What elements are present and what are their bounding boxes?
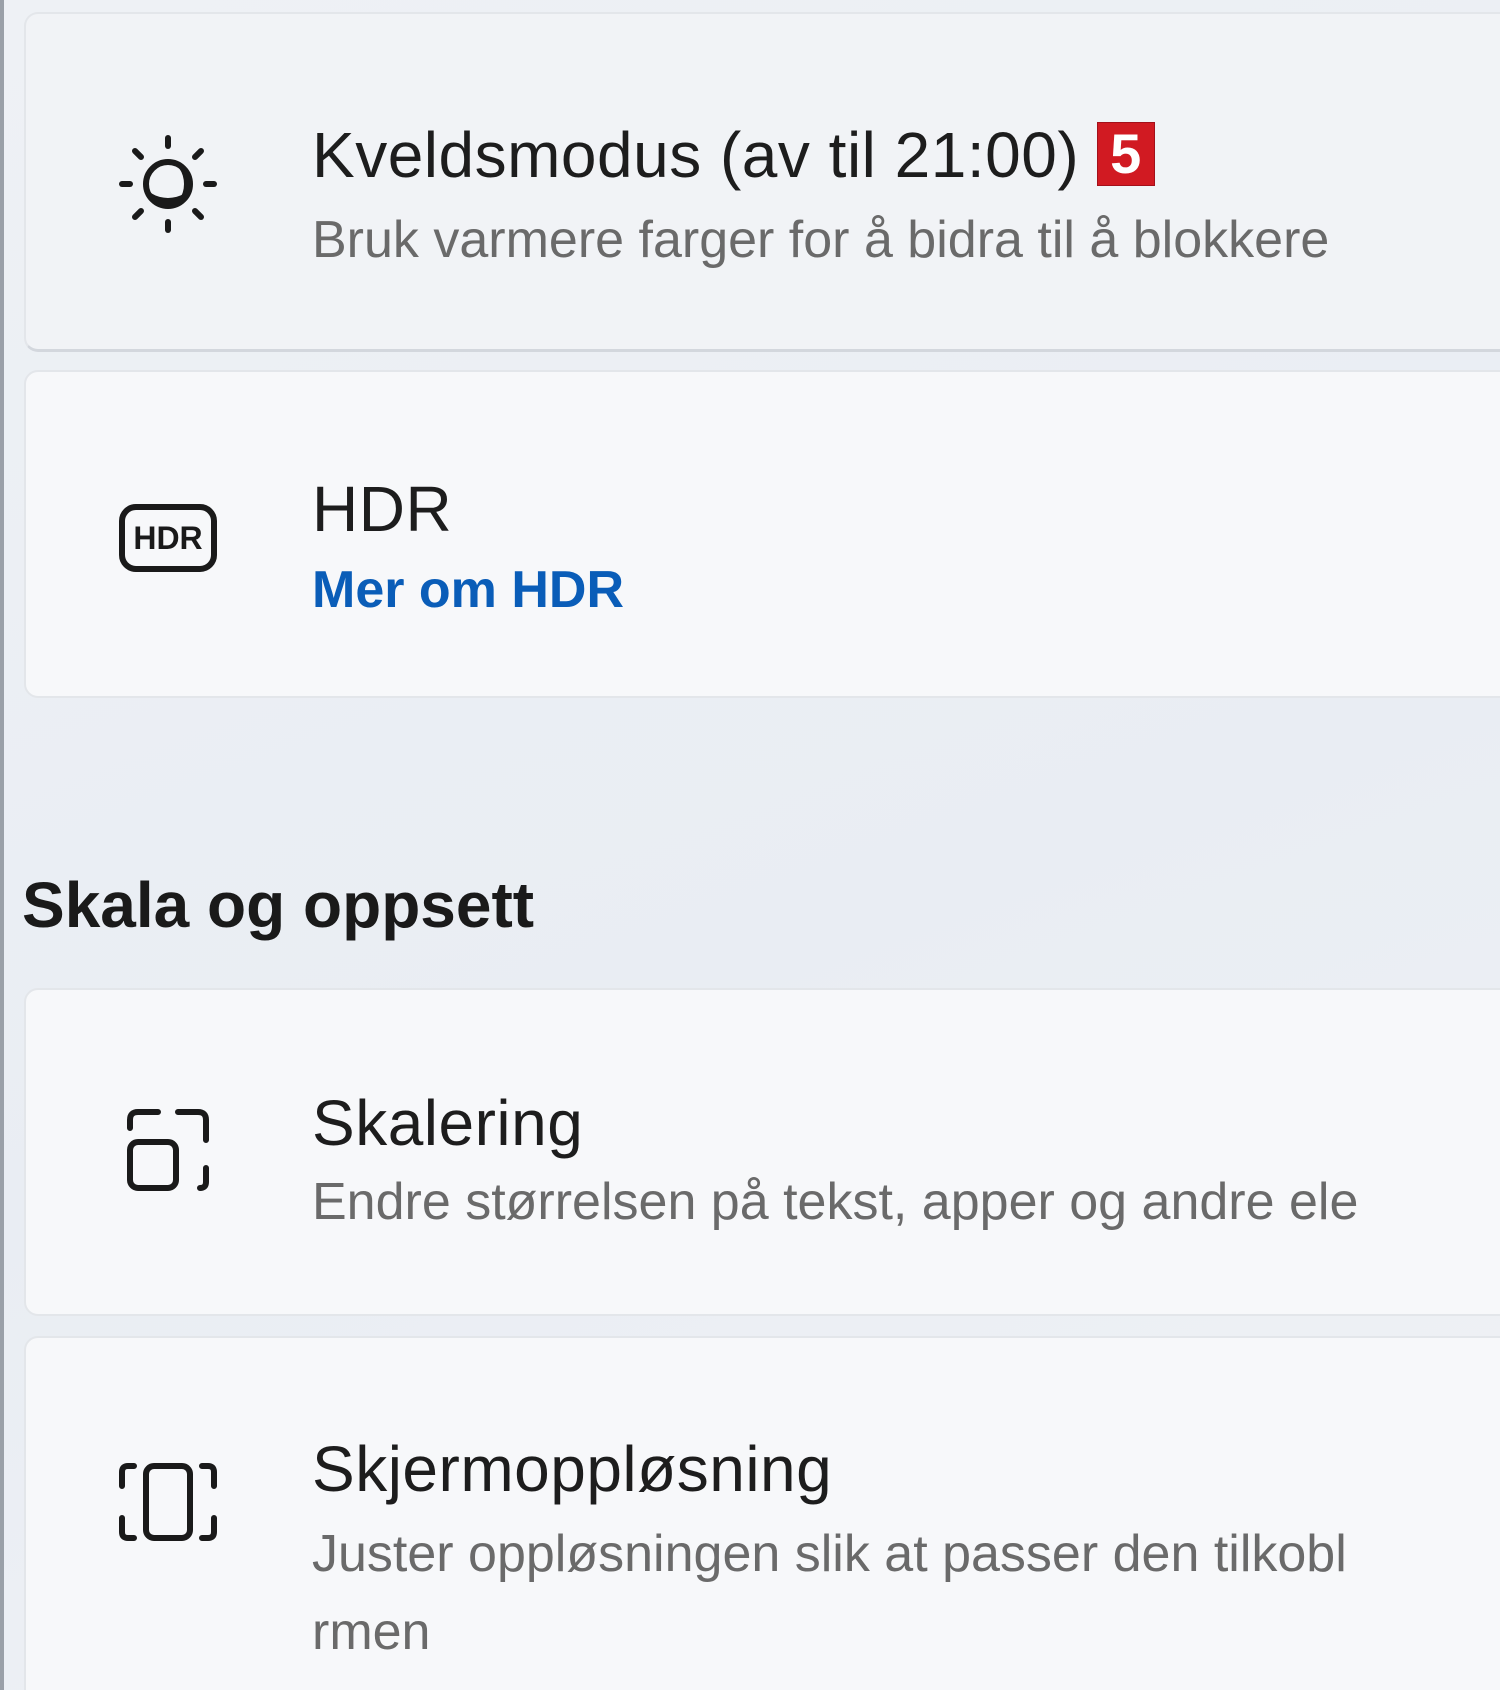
settings-display-page: Kveldsmodus (av til 21:00) 5 Bruk varmere… — [0, 0, 1500, 1690]
night-mode-card[interactable]: Kveldsmodus (av til 21:00) 5 Bruk varmere… — [24, 12, 1500, 352]
resolution-description-line2: rmen — [312, 1603, 431, 1661]
night-mode-title: Kveldsmodus (av til 21:00) 5 — [312, 118, 1155, 192]
resolution-icon — [112, 1446, 224, 1558]
section-heading: Skala og oppsett — [22, 869, 535, 941]
scaling-description: Endre størrelsen på tekst, apper og andr… — [312, 1173, 1359, 1231]
step-badge: 5 — [1097, 122, 1155, 186]
window-edge — [0, 0, 4, 1690]
hdr-card[interactable]: HDR HDR Mer om HDR — [24, 370, 1500, 698]
resolution-card[interactable]: Skjermoppløsning Juster oppløsningen sli… — [24, 1336, 1500, 1690]
hdr-icon: HDR — [112, 482, 224, 594]
hdr-learn-more-link[interactable]: Mer om HDR — [312, 560, 624, 620]
hdr-icon-label: HDR — [133, 520, 202, 556]
night-mode-description: Bruk varmere farger for å bidra til å bl… — [312, 211, 1330, 269]
resolution-description-line1: Juster oppløsningen slik at passer den t… — [312, 1525, 1347, 1583]
scaling-card[interactable]: Skalering Endre størrelsen på tekst, app… — [24, 988, 1500, 1316]
brightness-icon — [112, 128, 224, 240]
hdr-title: HDR — [312, 473, 453, 545]
scale-icon — [112, 1094, 224, 1206]
night-mode-title-text: Kveldsmodus (av til 21:00) — [312, 119, 1080, 191]
scaling-title: Skalering — [312, 1087, 584, 1159]
resolution-title: Skjermoppløsning — [312, 1433, 833, 1505]
